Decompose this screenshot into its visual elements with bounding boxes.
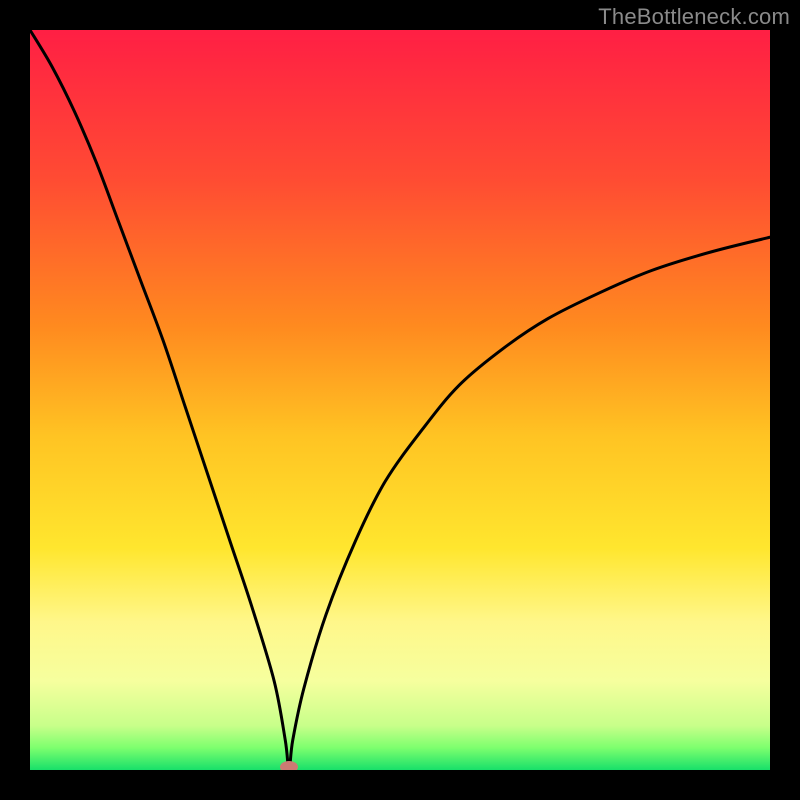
plot-area <box>30 30 770 770</box>
chart-frame: TheBottleneck.com <box>0 0 800 800</box>
watermark-label: TheBottleneck.com <box>598 4 790 30</box>
chart-svg <box>30 30 770 770</box>
plot-background <box>30 30 770 770</box>
